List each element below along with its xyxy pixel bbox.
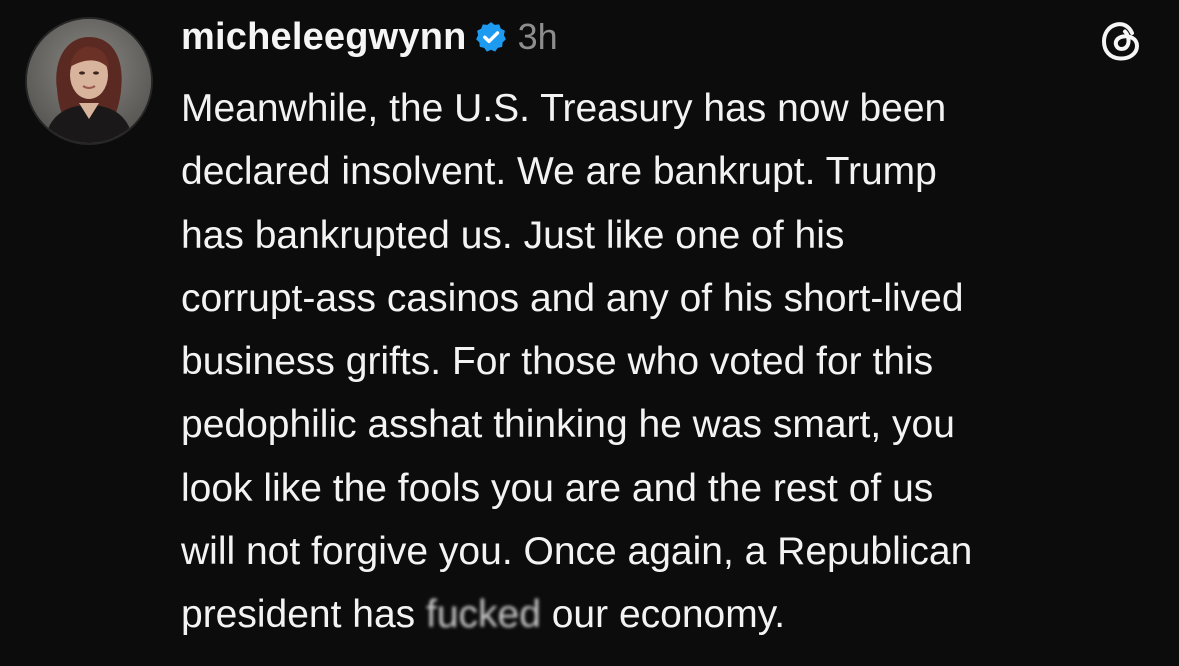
- post-text-line: Meanwhile, the U.S. Treasury has now bee…: [181, 87, 947, 130]
- post-text-line: business grifts. For those who voted for…: [181, 340, 934, 384]
- post-text-last-line: president has fucked our economy.: [181, 583, 1146, 646]
- post-header: micheleegwynn 3h: [181, 12, 558, 62]
- post-text-segment: president has: [181, 593, 426, 637]
- post-text-line: pedophilic asshat thinking he was smart,…: [181, 403, 955, 447]
- post-body: Meanwhile, the U.S. Treasury has now bee…: [181, 77, 1146, 647]
- threads-logo-icon[interactable]: [1099, 18, 1145, 64]
- post-timestamp: 3h: [517, 16, 558, 57]
- post-text-segment: our economy.: [540, 593, 786, 637]
- verified-badge-icon: [474, 20, 508, 54]
- post-text-line: corrupt-ass casinos and any of his short…: [181, 276, 964, 320]
- post-text-line: will not forgive you. Once again, a Repu…: [181, 530, 973, 574]
- username[interactable]: micheleegwynn: [181, 16, 467, 59]
- post-text-line: look like the fools you are and the rest…: [181, 466, 934, 510]
- post-text-line: has bankrupted us. Just like one of his: [181, 213, 845, 257]
- post-text-line: declared insolvent. We are bankrupt. Tru…: [181, 150, 937, 194]
- smudged-word: fucked: [426, 593, 541, 637]
- avatar[interactable]: [25, 17, 153, 145]
- threads-post: micheleegwynn 3h Meanwhile, the U.S. Tre…: [0, 0, 1179, 666]
- profile-photo-avatar: [27, 19, 151, 143]
